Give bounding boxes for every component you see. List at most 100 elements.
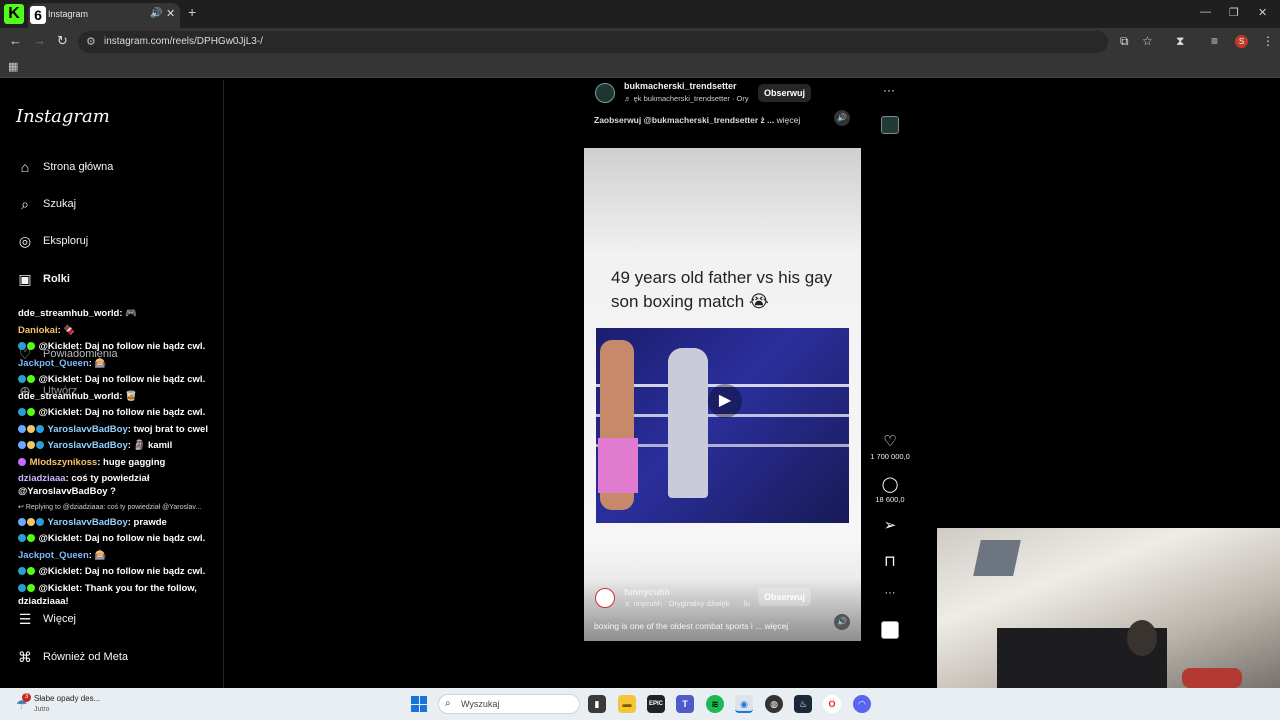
nav-explore-label: Eksploruj xyxy=(43,235,89,247)
chat-text: Daj no follow nie bądz cwl. xyxy=(84,374,206,385)
weather-subtext: Jutro xyxy=(34,706,50,713)
reel-username[interactable]: funnycuhh xyxy=(624,587,670,597)
reel-audio-thumb[interactable] xyxy=(881,621,899,639)
start-icon[interactable] xyxy=(411,696,427,712)
instagram-logo[interactable]: Instagram xyxy=(16,106,110,127)
badge-icon xyxy=(27,584,35,592)
top-reel-audio-thumb[interactable] xyxy=(881,116,899,134)
url-text[interactable]: instagram.com/reels/DPHGw0JjL3-/ xyxy=(104,36,263,47)
discord-icon[interactable]: ◠ xyxy=(853,695,871,713)
badge-icon xyxy=(18,458,26,466)
nav-more[interactable]: ☰ Więcej xyxy=(16,608,76,630)
bookmark-star-icon[interactable]: ☆ xyxy=(1142,34,1153,48)
minimize-icon[interactable]: — xyxy=(1200,6,1211,18)
reel-video[interactable]: 49 years old father vs his gay son boxin… xyxy=(584,148,861,641)
top-reel-more-icon[interactable]: ··· xyxy=(883,83,895,97)
badge-icon xyxy=(18,342,26,350)
badge-icon xyxy=(27,534,35,542)
chat-message: @YaroslavvBadBoy ? xyxy=(18,486,116,497)
top-reel-follow-button[interactable]: Obserwuj xyxy=(758,84,812,102)
reload-icon[interactable]: ↻ xyxy=(57,33,68,49)
nav-more-label: Więcej xyxy=(43,613,77,625)
reel-author-avatar[interactable] xyxy=(595,588,615,608)
task-view-icon[interactable]: ▮ xyxy=(588,695,606,713)
top-reel-volume-icon[interactable]: 🔊 xyxy=(834,110,850,126)
taskbar-search[interactable]: ⌕ Wyszukaj xyxy=(438,694,580,714)
chat-text: 🗿 kamil xyxy=(133,440,173,451)
reel-more-link[interactable]: więcej xyxy=(765,621,789,631)
file-explorer-icon[interactable]: ▬ xyxy=(618,695,636,713)
nav-search[interactable]: ⌕ Szukaj xyxy=(16,193,76,215)
reel-more-action[interactable]: ··· xyxy=(870,587,910,599)
browser-menu-icon[interactable]: ⋮ xyxy=(1262,34,1274,48)
install-app-icon[interactable]: ⧉ xyxy=(1120,34,1129,49)
top-reel-audio[interactable]: ♬ ęk bukmacherski_trendsetter · Ory xyxy=(624,94,749,103)
likes-count: 1 700 000,0 xyxy=(870,452,910,461)
play-icon[interactable]: ▶ xyxy=(708,384,742,418)
chat-username: @Kicklet xyxy=(38,533,80,544)
window-close-icon[interactable]: ✕ xyxy=(1258,6,1267,19)
badge-icon xyxy=(18,567,26,575)
kick-logo-icon[interactable]: K xyxy=(4,4,24,24)
bookmark-icon[interactable]: ⊓ xyxy=(870,552,910,570)
chat-text: twoj brat to cwel xyxy=(133,424,208,435)
search-icon: ⌕ xyxy=(21,195,29,212)
more-icon[interactable]: ··· xyxy=(870,587,910,599)
top-reel-avatar[interactable] xyxy=(595,83,615,103)
top-reel-more-link[interactable]: więcej xyxy=(777,115,801,125)
opera-icon[interactable]: O xyxy=(823,695,841,713)
save-action[interactable]: ⊓ xyxy=(870,552,910,570)
reel-audio[interactable]: ♬ nnycuhh · Oryginalny dźwięk fu xyxy=(624,599,750,608)
share-icon[interactable]: ➢ xyxy=(870,516,910,534)
heart-icon[interactable]: ♡ xyxy=(870,432,910,450)
epic-games-icon[interactable]: EPIC xyxy=(647,695,665,713)
reel-follow-button[interactable]: Obserwuj xyxy=(758,588,812,606)
apps-grid-icon[interactable]: ▦ xyxy=(8,60,18,73)
profile-avatar[interactable]: S xyxy=(1235,35,1248,48)
browser-tab[interactable]: 6 Instagram 🔊 ✕ xyxy=(28,3,180,28)
media-icon[interactable]: ≡ xyxy=(1211,34,1218,48)
extensions-icon[interactable]: ⧗ xyxy=(1176,34,1184,49)
new-tab-icon[interactable]: + xyxy=(188,4,196,20)
search-icon: ⌕ xyxy=(445,698,451,709)
nav-reels[interactable]: ▣ Rolki xyxy=(16,268,70,290)
weather-text[interactable]: Słabe opady des... xyxy=(34,694,100,703)
chat-username: YaroslavvBadBoy xyxy=(47,424,128,435)
chat-username: @Kicklet xyxy=(38,407,80,418)
reel-volume-icon[interactable]: 🔊 xyxy=(834,614,850,630)
chat-username: dde_streamhub_world xyxy=(18,391,120,402)
teams-icon[interactable]: T xyxy=(676,695,694,713)
tab-audio-icon[interactable]: 🔊 xyxy=(150,8,162,19)
nav-home-label: Strona główna xyxy=(43,161,114,173)
badge-icon xyxy=(18,534,26,542)
badge-icon xyxy=(27,342,35,350)
badge-icon xyxy=(27,518,35,526)
nav-explore[interactable]: ◎ Eksploruj xyxy=(16,230,88,252)
share-action[interactable]: ➢ xyxy=(870,516,910,534)
obs-icon[interactable]: ◍ xyxy=(765,695,783,713)
comment-action[interactable]: ◯ 18 600,0 xyxy=(870,475,910,504)
spotify-icon[interactable]: ≋ xyxy=(706,695,724,713)
steam-icon[interactable]: ♨ xyxy=(794,695,812,713)
reel-audio-text: nnycuhh · Oryginalny dźwięk xyxy=(633,599,730,608)
chrome-icon[interactable]: ◉ xyxy=(735,695,753,713)
tab-close-icon[interactable]: ✕ xyxy=(166,7,175,20)
chat-text: 🎰 xyxy=(94,550,107,561)
site-info-icon[interactable]: ⚙ xyxy=(86,35,96,48)
back-icon[interactable]: ← xyxy=(9,33,22,48)
nav-home[interactable]: ⌂ Strona główna xyxy=(16,156,114,178)
address-bar[interactable]: ⚙ instagram.com/reels/DPHGw0JjL3-/ xyxy=(78,31,1108,53)
chat-text: Daj no follow nie bądz cwl. xyxy=(84,533,206,544)
chat-message: dziadziaaa: coś ty powiedział xyxy=(18,473,150,484)
forward-icon[interactable]: → xyxy=(33,33,46,48)
chat-message: YaroslavvBadBoy: 🗿 kamil xyxy=(18,440,172,451)
reel-headline: 49 years old father vs his gay son boxin… xyxy=(611,268,833,311)
comment-icon[interactable]: ◯ xyxy=(870,475,910,493)
like-action[interactable]: ♡ 1 700 000,0 xyxy=(870,432,910,461)
taskbar xyxy=(0,688,1280,720)
top-reel-username[interactable]: bukmacherski_trendsetter xyxy=(624,81,737,91)
restore-icon[interactable]: ❐ xyxy=(1229,6,1239,19)
boxing-clip[interactable]: ▶ xyxy=(596,328,849,523)
chat-reply-note: ↩ Replying to @dziadziaaa: coś ty powied… xyxy=(18,504,202,511)
nav-also-from-meta[interactable]: ⌘ Również od Meta xyxy=(16,646,128,668)
